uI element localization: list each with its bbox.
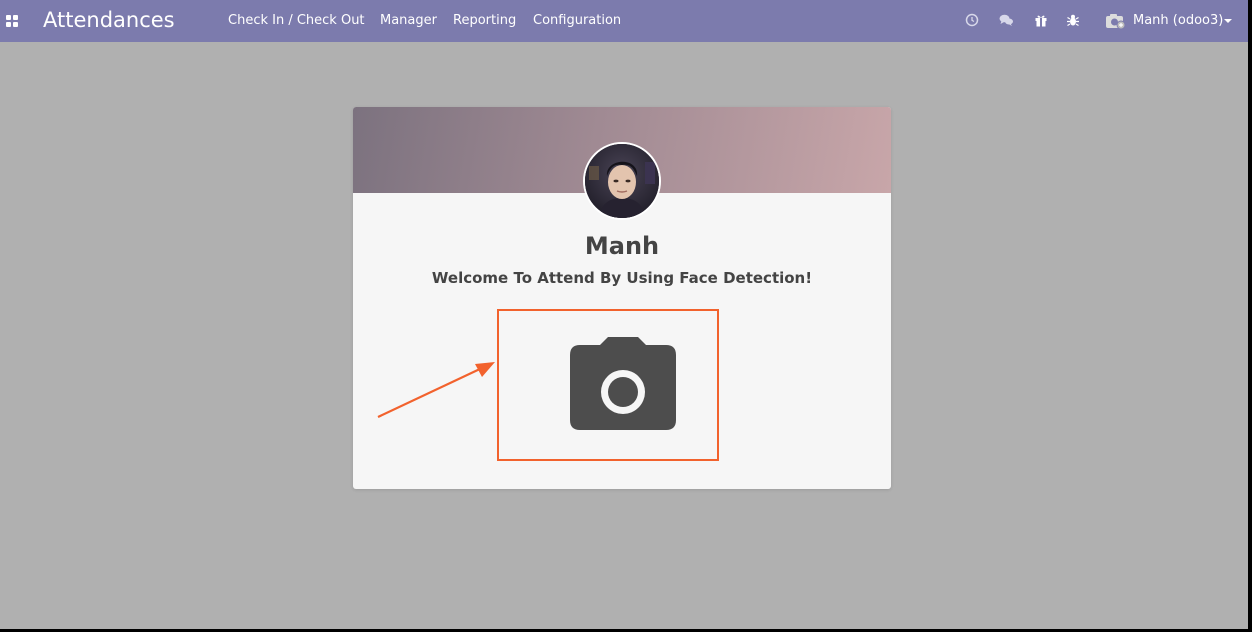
app-title[interactable]: Attendances xyxy=(43,7,175,33)
bug-icon[interactable] xyxy=(1065,12,1081,28)
user-avatar-camera-icon xyxy=(1106,14,1126,30)
chat-icon[interactable] xyxy=(998,12,1014,28)
welcome-message: Welcome To Attend By Using Face Detectio… xyxy=(431,269,813,287)
user-name[interactable]: Manh (odoo3) xyxy=(1133,12,1223,30)
app-window: Attendances Check In / Check Out Manager… xyxy=(0,0,1248,629)
apps-menu-icon[interactable] xyxy=(6,13,20,27)
arrow-annotation xyxy=(377,362,495,418)
menu-reporting[interactable]: Reporting xyxy=(453,12,516,30)
clock-icon[interactable] xyxy=(964,12,980,28)
gift-icon[interactable] xyxy=(1033,12,1049,28)
employee-name: Manh xyxy=(584,232,660,260)
employee-avatar xyxy=(583,142,661,220)
chevron-down-icon[interactable] xyxy=(1224,19,1232,23)
menu-check-in-check-out[interactable]: Check In / Check Out xyxy=(228,12,365,30)
menu-manager[interactable]: Manager xyxy=(380,12,437,30)
menu-configuration[interactable]: Configuration xyxy=(533,12,621,30)
highlight-box xyxy=(497,309,719,461)
top-navbar: Attendances Check In / Check Out Manager… xyxy=(0,0,1248,42)
